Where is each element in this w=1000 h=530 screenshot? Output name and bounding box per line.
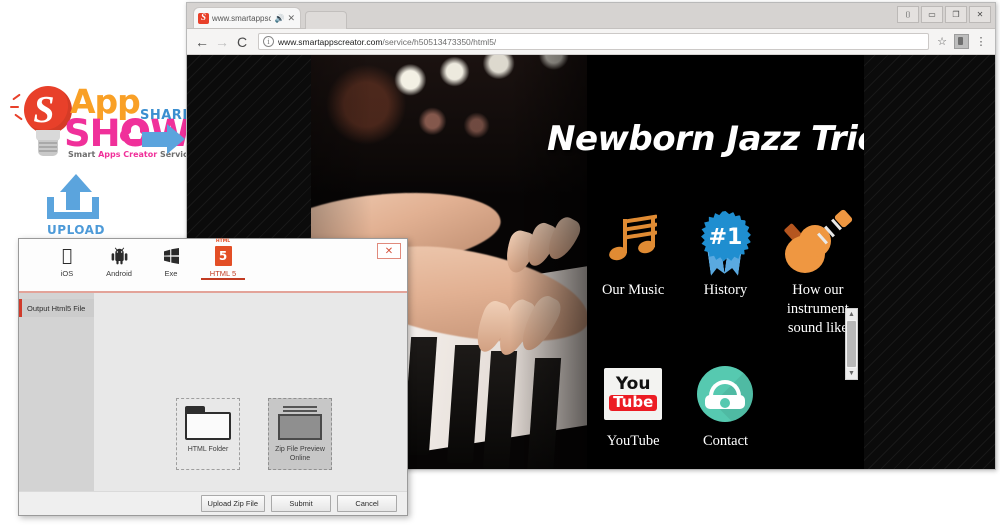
window-controls: ⌷ ▭ ❐ ✕ bbox=[897, 6, 991, 23]
tab-label: Exe bbox=[164, 269, 178, 278]
upload-tray-icon bbox=[47, 197, 99, 219]
favicon-icon bbox=[198, 12, 209, 24]
app-tile-label: Contact bbox=[702, 432, 749, 449]
appshow-logo: S App SHOW Smart Apps Creator Service UP… bbox=[8, 78, 193, 243]
browser-tab[interactable]: www.smartappscreat... 🔊 ✕ bbox=[193, 7, 301, 28]
folder-icon bbox=[185, 406, 231, 440]
reload-icon[interactable]: C bbox=[232, 32, 252, 52]
app-tile-contact[interactable]: Contact bbox=[679, 356, 771, 451]
option-zip-preview-online[interactable]: Zip File Preview Online bbox=[268, 398, 332, 470]
cancel-button[interactable]: Cancel bbox=[337, 495, 397, 512]
url-path: /service/h50513473350/html5/ bbox=[382, 36, 497, 47]
html5-number: 5 bbox=[218, 249, 228, 263]
tab-exe[interactable]: Exe bbox=[145, 239, 197, 278]
apple-icon:  bbox=[62, 245, 72, 267]
scrollbar-thumb[interactable] bbox=[847, 321, 856, 367]
app-scrollbar[interactable]: ▲ ▼ bbox=[845, 308, 858, 380]
output-options: HTML Folder Zip File Preview Online bbox=[176, 398, 332, 470]
html5-icon: HTML 5 bbox=[214, 239, 232, 267]
browser-toolbar: ← → C i www.smartappscreator.com/service… bbox=[187, 29, 995, 55]
youtube-tube-text: Tube bbox=[609, 394, 658, 412]
tab-label: HTML 5 bbox=[209, 269, 237, 278]
share-arrow-head bbox=[167, 124, 185, 154]
upload-label: UPLOAD bbox=[47, 223, 105, 237]
app-tile-label: Our Music bbox=[601, 282, 665, 298]
app-tile-label: History bbox=[703, 282, 748, 298]
upload-graphic: UPLOAD bbox=[38, 174, 114, 240]
maximize-button[interactable]: ❐ bbox=[945, 6, 967, 23]
app-tile-youtube[interactable]: You Tube YouTube bbox=[587, 356, 679, 451]
dialog-close-button[interactable]: ✕ bbox=[377, 243, 401, 259]
dialog-body: Output Html5 File HTML Folder Zip File P… bbox=[19, 293, 407, 493]
dialog-sidebar: Output Html5 File bbox=[19, 293, 94, 493]
tab-label: iOS bbox=[60, 269, 74, 278]
upload-arrow-icon bbox=[60, 174, 92, 192]
share-arrow-icon bbox=[142, 132, 168, 147]
dialog-main-panel: HTML Folder Zip File Preview Online bbox=[94, 293, 407, 493]
tab-title: www.smartappscreat... bbox=[212, 13, 272, 23]
scroll-down-icon[interactable]: ▼ bbox=[846, 368, 857, 379]
bulb-base bbox=[38, 140, 58, 156]
browser-tabstrip: www.smartappscreat... 🔊 ✕ ⌷ ▭ ❐ ✕ bbox=[187, 3, 995, 29]
spark-icon bbox=[10, 106, 19, 108]
option-html-folder[interactable]: HTML Folder bbox=[176, 398, 240, 470]
app-tile-label: YouTube bbox=[606, 432, 660, 449]
extension-icon[interactable] bbox=[954, 34, 969, 49]
youtube-you-text: You bbox=[615, 373, 651, 394]
guitar-icon bbox=[783, 208, 854, 277]
tab-android[interactable]: Android bbox=[93, 239, 145, 278]
url-text: www.smartappscreator.com/service/h505134… bbox=[278, 37, 496, 47]
app-tile-our-music[interactable]: Our Music bbox=[587, 205, 679, 338]
url-domain: www.smartappscreator.com bbox=[278, 36, 383, 47]
tab-html5[interactable]: HTML 5 HTML 5 bbox=[197, 239, 249, 280]
windows-icon bbox=[163, 245, 180, 267]
sidebar-item-output-html5[interactable]: Output Html5 File bbox=[19, 299, 94, 317]
option-label: HTML Folder bbox=[187, 446, 229, 453]
badge-text: #1 bbox=[708, 224, 743, 250]
music-note-icon bbox=[599, 209, 667, 277]
forward-icon[interactable]: → bbox=[212, 32, 232, 52]
close-button[interactable]: ✕ bbox=[969, 6, 991, 23]
bulb-letter: S bbox=[33, 89, 55, 131]
address-bar[interactable]: i www.smartappscreator.com/service/h5051… bbox=[258, 33, 929, 50]
telephone-icon bbox=[691, 360, 759, 428]
close-icon[interactable]: ✕ bbox=[287, 13, 295, 24]
option-label: Zip File Preview Online bbox=[275, 446, 325, 462]
minimize-button[interactable]: ⌷ bbox=[897, 6, 919, 23]
tab-label: Android bbox=[106, 269, 132, 278]
app-icon-grid: Our Music #1 History How our instrument … bbox=[587, 205, 864, 450]
html5-mini-label: HTML bbox=[215, 239, 231, 244]
export-dialog:  iOS bbox=[18, 238, 408, 516]
restore-button[interactable]: ▭ bbox=[921, 6, 943, 23]
sidebar-item-label: Output Html5 File bbox=[27, 303, 86, 313]
menu-icon[interactable]: ⋮ bbox=[972, 33, 990, 51]
new-tab-button[interactable] bbox=[305, 11, 347, 29]
android-icon bbox=[111, 245, 128, 267]
scroll-up-icon[interactable]: ▲ bbox=[846, 309, 857, 320]
youtube-icon: You Tube bbox=[599, 360, 667, 428]
speaker-icon[interactable]: 🔊 bbox=[274, 14, 284, 23]
app-title: Newborn Jazz Trio bbox=[547, 119, 864, 159]
dialog-footer: Upload Zip File Submit Cancel bbox=[19, 491, 407, 515]
zip-archive-icon bbox=[277, 406, 323, 440]
info-icon[interactable]: i bbox=[263, 36, 274, 47]
screenshot-root: S App SHOW Smart Apps Creator Service UP… bbox=[0, 0, 1000, 530]
upload-zip-file-button[interactable]: Upload Zip File bbox=[200, 495, 265, 512]
ribbon-badge-icon: #1 bbox=[691, 209, 759, 277]
dialog-header:  iOS bbox=[19, 239, 407, 293]
bookmark-star-icon[interactable]: ☆ bbox=[933, 33, 951, 51]
tab-ios[interactable]:  iOS bbox=[41, 239, 93, 278]
submit-button[interactable]: Submit bbox=[271, 495, 331, 512]
back-icon[interactable]: ← bbox=[192, 32, 212, 52]
app-tile-history[interactable]: #1 History bbox=[679, 205, 771, 338]
